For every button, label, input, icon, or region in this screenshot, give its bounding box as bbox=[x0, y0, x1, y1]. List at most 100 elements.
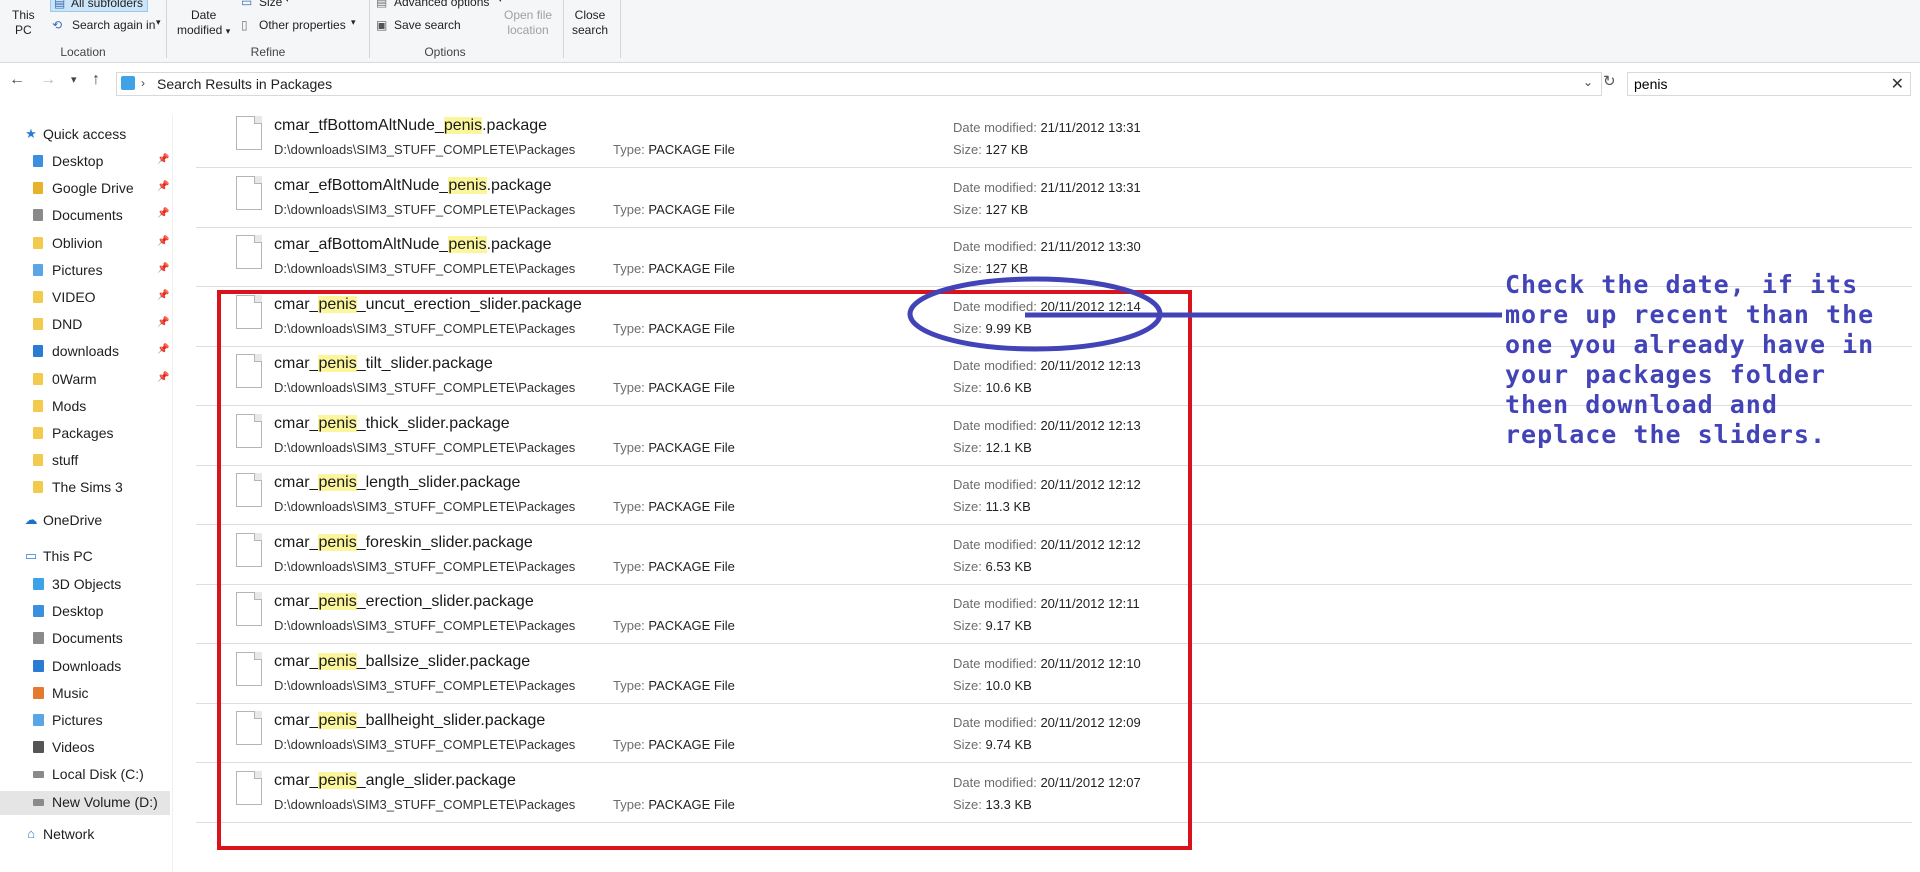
sidebar-item-music[interactable]: Music bbox=[0, 682, 170, 706]
ribbon-separator bbox=[620, 0, 621, 58]
pin-icon[interactable]: 📌 bbox=[157, 290, 169, 301]
pin-icon[interactable]: 📌 bbox=[157, 181, 169, 192]
sidebar-item-desktop[interactable]: Desktop 📌 bbox=[0, 150, 170, 174]
file-row[interactable]: cmar_penis_ballsize_slider.package D:\dow… bbox=[196, 644, 1912, 704]
sidebar-item-packages[interactable]: Packages bbox=[0, 422, 170, 446]
file-date-modified: Date modified: 20/11/2012 12:12 bbox=[953, 537, 1141, 552]
this-pc-line2: PC bbox=[15, 23, 32, 37]
file-name[interactable]: cmar_penis_ballheight_slider.package bbox=[274, 712, 545, 730]
this-pc-button[interactable]: This PC bbox=[12, 8, 35, 38]
file-row[interactable]: cmar_penis_ballheight_slider.package D:\d… bbox=[196, 703, 1912, 763]
sidebar-item-3d-objects[interactable]: 3D Objects bbox=[0, 573, 170, 597]
pin-icon[interactable]: 📌 bbox=[157, 208, 169, 219]
file-name[interactable]: cmar_tfBottomAltNude_penis.package bbox=[274, 117, 547, 135]
file-name[interactable]: cmar_penis_tilt_slider.package bbox=[274, 355, 493, 373]
sidebar-item-dnd[interactable]: DND 📌 bbox=[0, 313, 170, 337]
file-path: D:\downloads\SIM3_STUFF_COMPLETE\Package… bbox=[274, 677, 576, 693]
sidebar-item-the-sims-3[interactable]: The Sims 3 bbox=[0, 476, 170, 500]
sidebar-item-onedrive[interactable]: ☁ OneDrive bbox=[0, 509, 170, 533]
address-history-chevron-icon[interactable]: ⌄ bbox=[1583, 75, 1593, 89]
sidebar-item-pictures[interactable]: Pictures bbox=[0, 709, 170, 733]
date-modified-button[interactable]: Date modified ▾ bbox=[177, 8, 230, 39]
sidebar-item-pictures[interactable]: Pictures 📌 bbox=[0, 259, 170, 283]
file-icon bbox=[236, 592, 262, 626]
search-input[interactable]: penis ✕ bbox=[1627, 72, 1911, 96]
sidebar-item-this-pc[interactable]: ▭ This PC bbox=[0, 545, 170, 569]
file-name[interactable]: cmar_afBottomAltNude_penis.package bbox=[274, 236, 552, 254]
search-match-highlight: penis bbox=[318, 652, 357, 670]
file-type-value: PACKAGE File bbox=[648, 439, 735, 455]
size-value: 11.3 KB bbox=[985, 499, 1031, 514]
file-type-key: Type: bbox=[613, 499, 645, 514]
file-row[interactable]: cmar_efBottomAltNude_penis.package D:\dow… bbox=[196, 168, 1912, 228]
recent-locations-chevron-icon[interactable]: ▾ bbox=[71, 73, 77, 86]
sidebar-item-local-disk-c[interactable]: Local Disk (C:) bbox=[0, 763, 170, 787]
file-type-value: PACKAGE File bbox=[648, 796, 735, 812]
sidebar-item-mods[interactable]: Mods bbox=[0, 395, 170, 419]
file-row[interactable]: cmar_penis_foreskin_slider.package D:\dow… bbox=[196, 525, 1912, 585]
sidebar-item-label: Mods bbox=[52, 397, 87, 414]
sidebar-item-videos[interactable]: Videos bbox=[0, 736, 170, 760]
file-size: Size: 13.3 KB bbox=[953, 797, 1032, 812]
search-again-in-button[interactable]: ⟲ Search again in ▾ bbox=[52, 17, 164, 33]
sidebar-item-quick-access[interactable]: ★ Quick access bbox=[0, 123, 170, 147]
sidebar-item-documents[interactable]: Documents bbox=[0, 627, 170, 651]
file-path: D:\downloads\SIM3_STUFF_COMPLETE\Package… bbox=[274, 201, 576, 217]
open-file-location-button[interactable]: Open file location bbox=[504, 8, 552, 38]
sidebar-item-stuff[interactable]: stuff bbox=[0, 449, 170, 473]
file-row[interactable]: cmar_penis_length_slider.package D:\downl… bbox=[196, 465, 1912, 525]
up-arrow-icon[interactable]: ↑ bbox=[92, 71, 100, 89]
file-name[interactable]: cmar_penis_uncut_erection_slider.package bbox=[274, 295, 582, 314]
file-name[interactable]: cmar_penis_erection_slider.package bbox=[274, 593, 534, 611]
file-row[interactable]: cmar_tfBottomAltNude_penis.package D:\dow… bbox=[196, 108, 1912, 168]
file-name[interactable]: cmar_efBottomAltNude_penis.package bbox=[274, 176, 552, 195]
pin-icon[interactable]: 📌 bbox=[157, 263, 169, 274]
search-again-in-label: Search again in bbox=[72, 18, 156, 32]
sidebar-item-desktop[interactable]: Desktop bbox=[0, 600, 170, 624]
file-type-value: PACKAGE File bbox=[648, 142, 735, 157]
sidebar-item-oblivion[interactable]: Oblivion 📌 bbox=[0, 232, 170, 256]
pin-icon[interactable]: 📌 bbox=[157, 236, 169, 247]
file-name[interactable]: cmar_penis_ballsize_slider.package bbox=[274, 652, 530, 671]
sidebar-item-network[interactable]: ⌂ Network bbox=[0, 823, 170, 847]
sidebar-item-google-drive[interactable]: Google Drive 📌 bbox=[0, 177, 170, 201]
close-search-button[interactable]: Close search bbox=[572, 8, 608, 38]
file-name[interactable]: cmar_penis_angle_slider.package bbox=[274, 771, 516, 790]
all-subfolders-button[interactable]: ▤ All subfolders bbox=[50, 0, 148, 12]
file-row[interactable]: cmar_penis_angle_slider.package D:\downlo… bbox=[196, 763, 1912, 823]
pin-icon[interactable]: 📌 bbox=[157, 154, 169, 165]
pin-icon[interactable]: 📌 bbox=[157, 317, 169, 328]
file-date-modified: Date modified: 20/11/2012 12:11 bbox=[953, 596, 1140, 611]
chevron-down-icon: ▾ bbox=[285, 0, 290, 5]
file-date-modified: Date modified: 20/11/2012 12:12 bbox=[953, 477, 1141, 492]
sidebar-item-downloads[interactable]: Downloads bbox=[0, 655, 170, 679]
file-name-prefix: cmar_afBottomAltNude_ bbox=[274, 236, 449, 253]
forward-arrow-icon[interactable]: → bbox=[40, 71, 56, 89]
search-match-highlight: penis bbox=[318, 771, 357, 789]
advanced-options-button[interactable]: ▤ Advanced options ▾ bbox=[376, 0, 506, 10]
file-date-modified: Date modified: 21/11/2012 13:31 bbox=[953, 180, 1141, 195]
file-row[interactable]: cmar_penis_erection_slider.package D:\dow… bbox=[196, 584, 1912, 644]
back-arrow-icon[interactable]: ← bbox=[9, 71, 25, 89]
sidebar-item-0warm[interactable]: 0Warm 📌 bbox=[0, 368, 170, 392]
search-match-highlight: penis bbox=[318, 474, 357, 491]
file-name[interactable]: cmar_penis_thick_slider.package bbox=[274, 414, 510, 433]
file-name[interactable]: cmar_penis_length_slider.package bbox=[274, 474, 520, 492]
sidebar-item-new-volume-d[interactable]: New Volume (D:) bbox=[0, 790, 170, 815]
date-modified-value: 20/11/2012 12:10 bbox=[1040, 655, 1141, 671]
address-field[interactable]: › Search Results in Packages › ⌄ bbox=[116, 72, 1602, 96]
sidebar-item-label: Videos bbox=[52, 739, 95, 756]
sidebar-item-video[interactable]: VIDEO 📌 bbox=[0, 286, 170, 310]
other-properties-button[interactable]: ▯ Other properties ▾ bbox=[241, 17, 361, 33]
pin-icon[interactable]: 📌 bbox=[157, 344, 169, 355]
file-name[interactable]: cmar_penis_foreskin_slider.package bbox=[274, 533, 533, 552]
refresh-icon[interactable]: ↻ bbox=[1603, 72, 1616, 90]
size-key: Size: bbox=[953, 380, 982, 395]
save-search-button[interactable]: ▣ Save search bbox=[376, 17, 476, 33]
clear-search-icon[interactable]: ✕ bbox=[1891, 74, 1904, 94]
sidebar-item-documents[interactable]: Documents 📌 bbox=[0, 204, 170, 228]
date-modified-value: 20/11/2012 12:11 bbox=[1040, 596, 1140, 611]
sidebar-item-downloads[interactable]: downloads 📌 bbox=[0, 340, 170, 364]
size-button[interactable]: ▭ Size ▾ bbox=[241, 0, 301, 10]
pin-icon[interactable]: 📌 bbox=[157, 372, 169, 383]
